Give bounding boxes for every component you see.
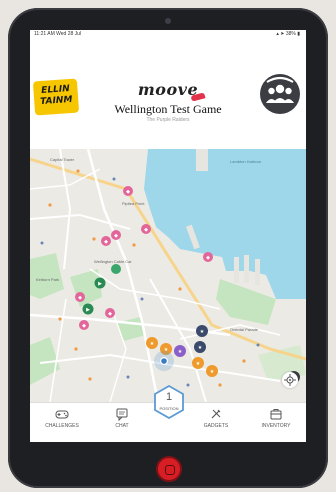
tab-chat-label: CHAT bbox=[115, 423, 129, 429]
status-battery: ▴ ➤ 38% ▮ bbox=[276, 31, 300, 37]
brand-logo: moove bbox=[137, 80, 199, 99]
svg-text:★: ★ bbox=[198, 345, 203, 351]
svg-text:◆: ◆ bbox=[206, 255, 210, 261]
svg-text:◆: ◆ bbox=[104, 239, 108, 245]
svg-text:▶: ▶ bbox=[98, 281, 102, 287]
map-view[interactable]: ◆ ◆ ◆ ◆ ◆ ◆ ◆ ◆ ▶ ▶ ★ ★ ★ ★ ★ ★ ★ Capital Tower Lam… bbox=[30, 149, 306, 402]
tab-gadgets-label: GADGETS bbox=[203, 423, 229, 429]
map-label: Wellington Cable Car bbox=[94, 259, 132, 264]
tab-challenges-label: CHALLENGES bbox=[45, 423, 79, 429]
map-label: Oriental Parade bbox=[230, 327, 259, 332]
tools-icon bbox=[211, 409, 221, 419]
svg-text:★: ★ bbox=[150, 341, 155, 347]
map-label: Pipitea Point bbox=[122, 201, 145, 206]
tab-gadgets[interactable]: GADGETS bbox=[188, 407, 244, 441]
home-button[interactable] bbox=[156, 456, 182, 482]
svg-text:★: ★ bbox=[210, 369, 215, 375]
tab-inventory-label: INVENTORY bbox=[261, 423, 291, 429]
locate-me-button[interactable] bbox=[282, 372, 298, 388]
crosshair-icon bbox=[284, 374, 296, 386]
tab-chat[interactable]: CHAT bbox=[94, 407, 150, 441]
position-hex-button[interactable]: 1 POSITION bbox=[154, 384, 184, 420]
team-avatar[interactable] bbox=[260, 74, 300, 114]
svg-text:◆: ◆ bbox=[82, 323, 86, 329]
chat-icon bbox=[116, 408, 128, 421]
briefcase-icon bbox=[270, 409, 282, 420]
svg-text:★: ★ bbox=[178, 349, 183, 355]
svg-text:◆: ◆ bbox=[126, 189, 130, 195]
position-label: POSITION bbox=[159, 406, 179, 411]
map-canvas[interactable]: ◆◆◆ ◆◆◆ ◆◆ ▶▶ ★★ ★ ★★★★ bbox=[30, 149, 306, 402]
svg-text:◆: ◆ bbox=[108, 311, 112, 317]
map-label: Capital Tower bbox=[50, 157, 75, 162]
team-members-icon bbox=[261, 75, 299, 113]
status-time: 11:21 AM Wed 28 Jul bbox=[34, 31, 82, 37]
svg-text:◆: ◆ bbox=[144, 227, 148, 233]
svg-text:★: ★ bbox=[196, 361, 201, 367]
position-number: 1 bbox=[165, 391, 173, 403]
front-camera bbox=[165, 18, 171, 24]
svg-text:◆: ◆ bbox=[114, 233, 118, 239]
map-label: Kelburn Park bbox=[36, 277, 60, 282]
app-screen: 11:21 AM Wed 28 Jul ▴ ➤ 38% ▮ ELLIN TAIN… bbox=[30, 30, 306, 442]
svg-text:★: ★ bbox=[200, 329, 205, 335]
map-label: Lambton Harbour bbox=[230, 159, 262, 164]
svg-text:▶: ▶ bbox=[86, 307, 90, 313]
gamepad-icon bbox=[55, 410, 69, 419]
team-name: The Purple Raiders bbox=[146, 117, 190, 123]
status-bar: 11:21 AM Wed 28 Jul ▴ ➤ 38% ▮ bbox=[30, 30, 306, 39]
svg-text:◆: ◆ bbox=[78, 295, 82, 301]
tab-inventory[interactable]: INVENTORY bbox=[248, 407, 304, 441]
tab-challenges[interactable]: CHALLENGES bbox=[34, 407, 90, 441]
